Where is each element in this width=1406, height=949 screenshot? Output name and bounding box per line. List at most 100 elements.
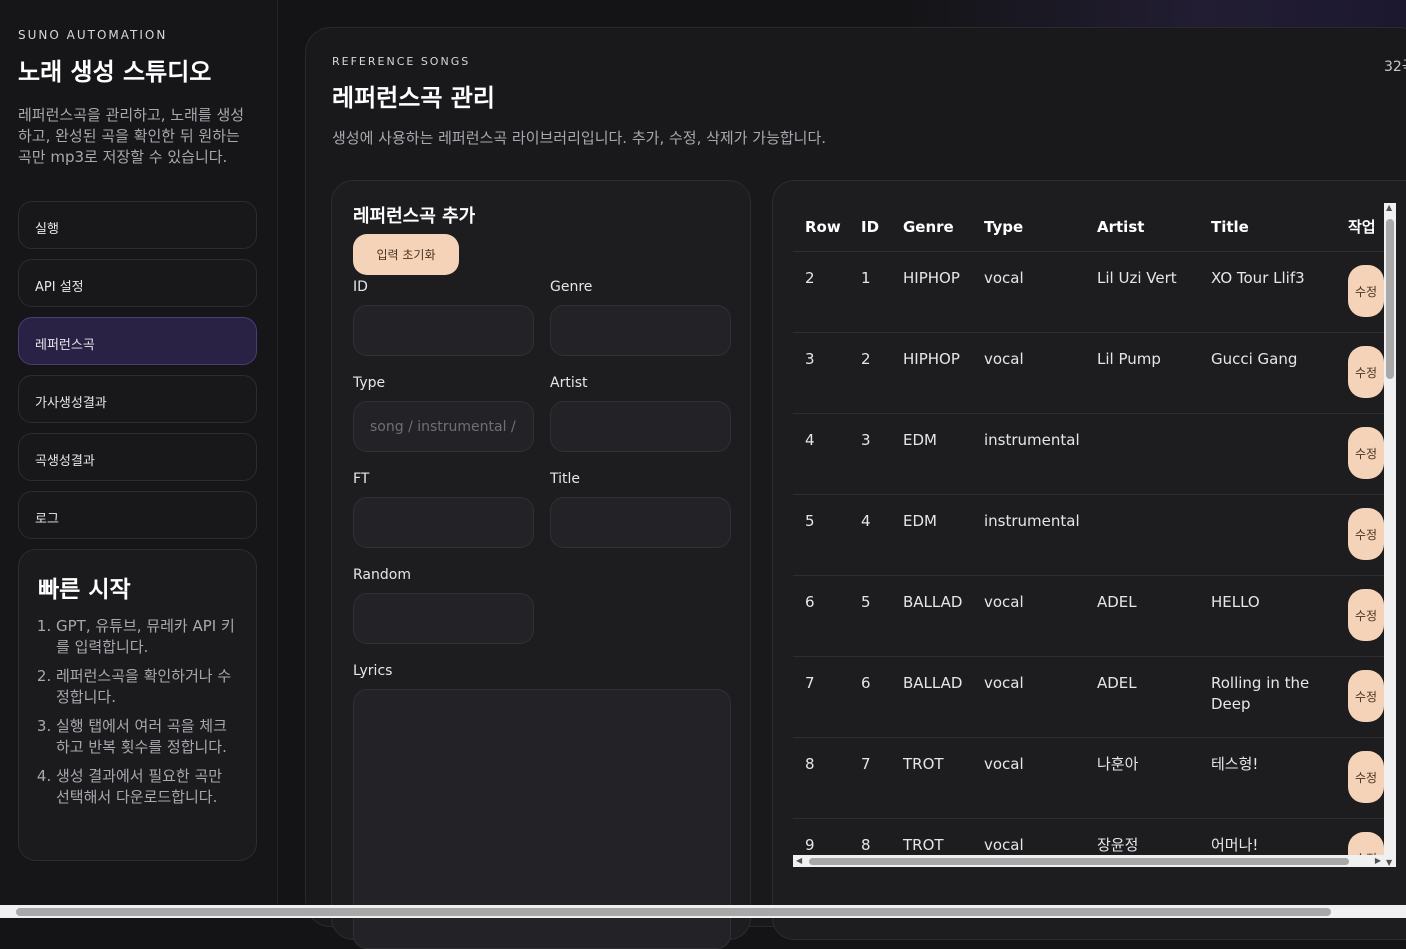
cell-id: 2 [849,332,891,414]
sidebar-nav: 실행 API 설정 레퍼런스곡 가사생성결과 곡생성결과 로그 [18,201,259,539]
nav-item-label: 로그 [35,512,59,527]
page-horizontal-scrollbar[interactable] [0,905,1406,918]
cell-row: 8 [793,737,849,819]
cell-type: vocal [972,656,1085,738]
col-title: Title [1199,203,1336,252]
cell-id: 8 [849,818,891,855]
edit-button[interactable]: 수정 [1348,588,1384,641]
artist-field[interactable] [550,401,731,452]
nav-item-log[interactable]: 로그 [18,491,257,539]
table-horizontal-scrollbar[interactable]: ◀ ▶ [793,855,1384,867]
title-field[interactable] [550,497,731,548]
cell-artist: ADEL [1085,656,1199,738]
type-field[interactable] [353,401,534,452]
nav-item-label: 가사생성결과 [35,396,107,411]
genre-field[interactable] [550,305,731,356]
scroll-up-arrow-icon[interactable]: ▲ [1386,203,1392,212]
cell-id: 3 [849,413,891,495]
scroll-down-arrow-icon[interactable]: ▼ [1386,858,1392,867]
cell-id: 7 [849,737,891,819]
cell-row: 2 [793,251,849,333]
cell-title: 테스형! [1199,737,1336,819]
section-kicker: REFERENCE SONGS [332,55,471,68]
cell-row: 3 [793,332,849,414]
quick-start-card: 빠른 시작 GPT, 유튜브, 뮤레카 API 키를 입력합니다. 레퍼런스곡을… [18,549,257,861]
cell-artist: Lil Uzi Vert [1085,251,1199,333]
reset-input-button[interactable]: 입력 초기화 [353,234,459,275]
cell-title: HELLO [1199,575,1336,657]
nav-item-song-results[interactable]: 곡생성결과 [18,433,257,481]
reference-table: Row ID Genre Type Artist Title 작업 2 1 HI… [793,203,1384,855]
page-title: 레퍼런스곡 관리 [332,84,495,112]
reference-songs-panel: REFERENCE SONGS 레퍼런스곡 관리 생성에 사용하는 레퍼런스곡 … [305,27,1406,949]
top-glow [900,0,1406,28]
edit-button[interactable]: 수정 [1348,507,1384,560]
genre-label: Genre [550,279,593,295]
cell-genre: EDM [891,413,972,495]
cell-genre: BALLAD [891,656,972,738]
cell-actions: 수정 [1336,656,1384,738]
nav-item-run[interactable]: 실행 [18,201,257,249]
cell-genre: EDM [891,494,972,576]
cell-actions: 수정 [1336,332,1384,414]
table-row: 3 2 HIPHOP vocal Lil Pump Gucci Gang 수정 [793,332,1384,414]
cell-title: Gucci Gang [1199,332,1336,414]
table-row: 9 8 TROT vocal 장윤정 어머나! 수정 [793,818,1384,855]
edit-button[interactable]: 수정 [1348,831,1384,855]
brand-title: 노래 생성 스튜디오 [18,58,212,86]
scrollbar-thumb[interactable] [16,908,1331,916]
table-row: 7 6 BALLAD vocal ADEL Rolling in the Dee… [793,656,1384,738]
cell-actions: 수정 [1336,575,1384,657]
col-id: ID [849,203,891,252]
id-field[interactable] [353,305,534,356]
cell-title [1199,413,1336,495]
form-title: 레퍼런스곡 추가 [353,206,476,227]
edit-button[interactable]: 수정 [1348,426,1384,479]
cell-actions: 수정 [1336,737,1384,819]
nav-item-lyrics-results[interactable]: 가사생성결과 [18,375,257,423]
nav-item-reference-songs[interactable]: 레퍼런스곡 [18,317,257,365]
quick-start-title: 빠른 시작 [38,577,131,603]
edit-button[interactable]: 수정 [1348,264,1384,317]
cell-row: 5 [793,494,849,576]
cell-row: 6 [793,575,849,657]
edit-button[interactable]: 수정 [1348,669,1384,722]
random-field[interactable] [353,593,534,644]
cell-genre: HIPHOP [891,332,972,414]
col-actions: 작업 [1336,203,1384,252]
cell-type: vocal [972,737,1085,819]
cell-row: 7 [793,656,849,738]
cell-actions: 수정 [1336,494,1384,576]
scroll-left-arrow-icon[interactable]: ◀ [796,856,802,865]
nav-item-api-settings[interactable]: API 설정 [18,259,257,307]
table-row: 6 5 BALLAD vocal ADEL HELLO 수정 [793,575,1384,657]
cell-id: 5 [849,575,891,657]
cell-type: vocal [972,818,1085,855]
cell-artist: 장윤정 [1085,818,1199,855]
table-vertical-scrollbar[interactable]: ▲ ▼ [1384,203,1396,867]
col-genre: Genre [891,203,972,252]
cell-id: 4 [849,494,891,576]
nav-item-label: 곡생성결과 [35,454,95,469]
quick-start-steps: GPT, 유튜브, 뮤레카 API 키를 입력합니다. 레퍼런스곡을 확인하거나… [38,616,238,808]
edit-button[interactable]: 수정 [1348,345,1384,398]
cell-title: XO Tour Llif3 [1199,251,1336,333]
ft-field[interactable] [353,497,534,548]
cell-genre: TROT [891,818,972,855]
scrollbar-thumb[interactable] [1386,219,1394,379]
add-reference-form: 레퍼런스곡 추가 입력 초기화 ID Genre Type Artist FT … [331,180,751,949]
scroll-right-arrow-icon[interactable]: ▶ [1375,856,1381,865]
cell-row: 9 [793,818,849,855]
random-label: Random [353,567,411,583]
type-label: Type [353,375,386,391]
edit-button[interactable]: 수정 [1348,750,1384,803]
quick-start-step: 실행 탭에서 여러 곡을 체크하고 반복 횟수를 정합니다. [56,716,238,758]
cell-title: Rolling in the Deep [1199,656,1336,738]
table-scroll-area[interactable]: Row ID Genre Type Artist Title 작업 2 1 HI… [793,203,1384,855]
scrollbar-thumb[interactable] [809,858,1349,865]
cell-actions: 수정 [1336,251,1384,333]
nav-item-label: 실행 [35,222,59,237]
brand-description: 레퍼런스곡을 관리하고, 노래를 생성하고, 완성된 곡을 확인한 뒤 원하는 … [18,106,245,166]
quick-start-step: GPT, 유튜브, 뮤레카 API 키를 입력합니다. [56,616,238,658]
cell-artist [1085,413,1199,495]
